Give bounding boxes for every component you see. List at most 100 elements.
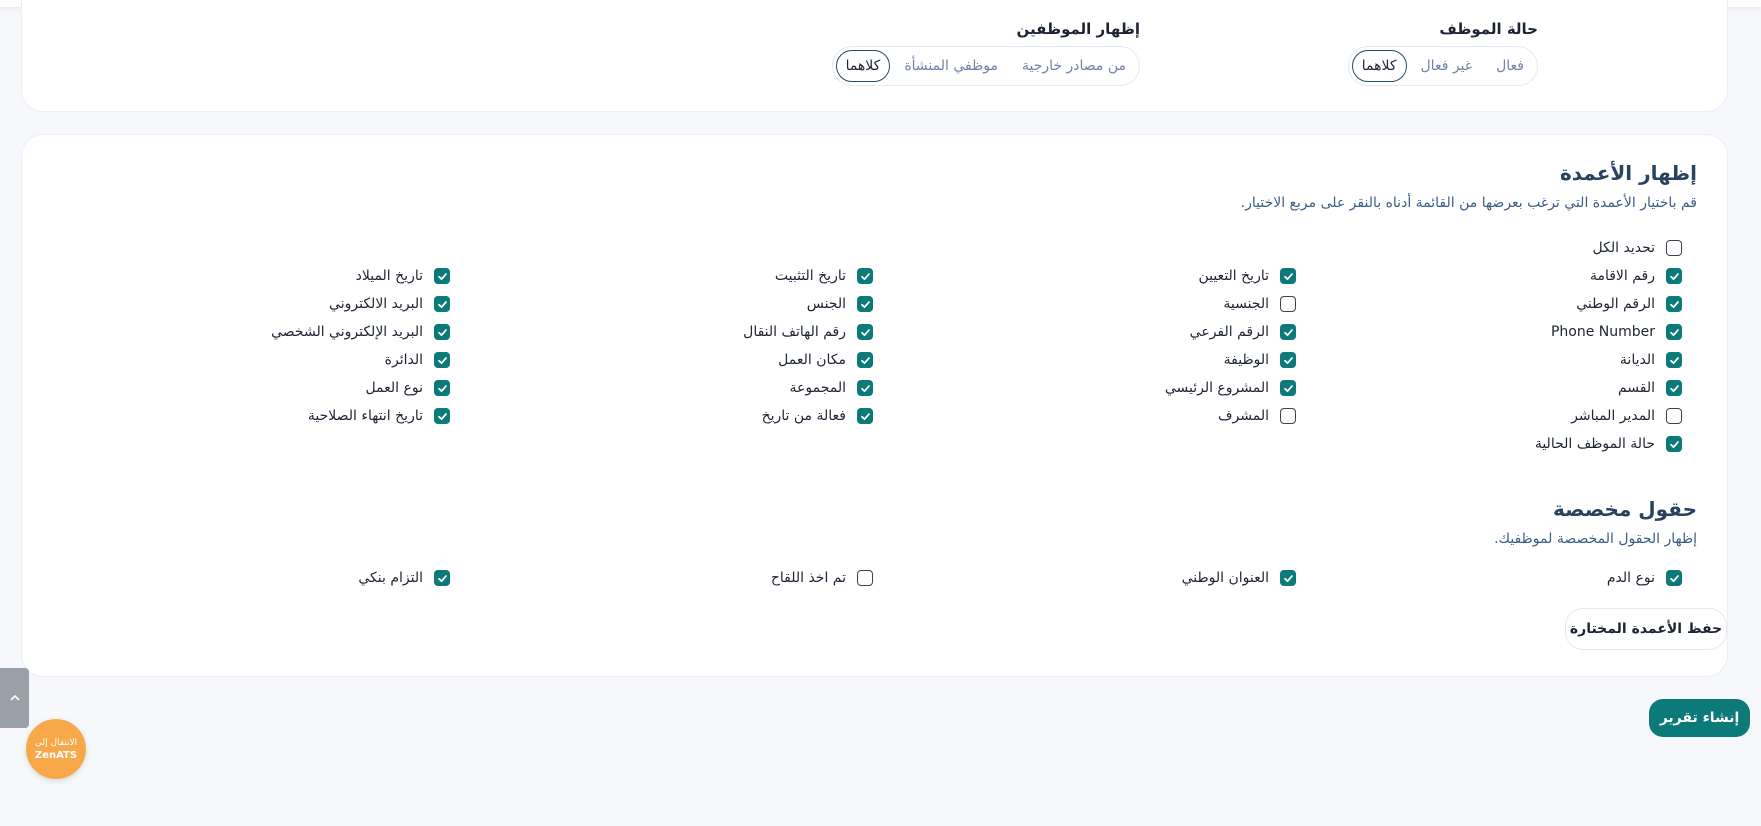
checkbox[interactable] xyxy=(857,296,873,312)
checkbox[interactable] xyxy=(1280,570,1296,586)
checkbox-label: الرقم الوطني xyxy=(1576,296,1655,312)
check-icon xyxy=(1283,328,1293,336)
check-icon xyxy=(437,300,447,308)
checkbox[interactable] xyxy=(1280,268,1296,284)
column-option[interactable]: تاريخ التعيين xyxy=(1198,268,1296,284)
columns-card: إظهار الأعمدة قم باختيار الأعمدة التي تر… xyxy=(21,134,1728,677)
column-option[interactable]: رقم الهاتف النقال xyxy=(743,324,873,340)
checkbox[interactable] xyxy=(434,352,450,368)
checkbox[interactable] xyxy=(1666,408,1682,424)
checkbox-label: مكان العمل xyxy=(778,352,846,368)
status-option-both[interactable]: كلاهما xyxy=(1351,50,1407,82)
column-option[interactable]: المجموعة xyxy=(790,380,873,396)
checkbox[interactable] xyxy=(1666,296,1682,312)
checkbox[interactable] xyxy=(434,296,450,312)
checkbox[interactable] xyxy=(857,268,873,284)
column-option[interactable]: تاريخ انتهاء الصلاحية xyxy=(308,408,450,424)
checkbox[interactable] xyxy=(1666,240,1682,256)
column-option[interactable]: تاريخ الميلاد xyxy=(356,268,450,284)
checkbox-label: المشرف xyxy=(1218,408,1269,424)
checkbox[interactable] xyxy=(1280,352,1296,368)
checkbox-label: المشروع الرئيسي xyxy=(1164,380,1269,396)
checkbox[interactable] xyxy=(1280,324,1296,340)
checkbox-label: تحديد الكل xyxy=(1592,240,1655,256)
checkbox-label: نوع العمل xyxy=(365,380,423,396)
check-icon xyxy=(1283,356,1293,364)
custom-fields-header: حقول مخصصة إظهار الحقول المخصصة لموظفيك. xyxy=(1494,497,1697,547)
column-option[interactable]: الرقم الفرعي xyxy=(1190,324,1296,340)
column-option[interactable]: المشرف xyxy=(1218,408,1296,424)
check-icon xyxy=(1669,328,1679,336)
checkbox[interactable] xyxy=(434,408,450,424)
scroll-to-top-button[interactable] xyxy=(0,668,29,728)
status-option-inactive[interactable]: غير فعال xyxy=(1411,50,1483,82)
checkbox[interactable] xyxy=(434,268,450,284)
column-option[interactable]: نوع العمل xyxy=(365,380,450,396)
custom-fields-subtitle: إظهار الحقول المخصصة لموظفيك. xyxy=(1494,531,1697,547)
check-icon xyxy=(1669,384,1679,392)
status-option-active[interactable]: فعال xyxy=(1486,50,1534,82)
column-option[interactable]: الدائرة xyxy=(385,352,450,368)
custom-field-option[interactable]: العنوان الوطني xyxy=(1182,570,1296,586)
checkbox[interactable] xyxy=(857,380,873,396)
checkbox-label: نوع الدم xyxy=(1606,570,1655,586)
check-icon xyxy=(437,574,447,582)
column-option[interactable]: البريد الالكتروني xyxy=(329,296,450,312)
checkbox[interactable] xyxy=(857,352,873,368)
checkbox[interactable] xyxy=(1666,352,1682,368)
checkbox[interactable] xyxy=(857,324,873,340)
checkbox-label: رقم الهاتف النقال xyxy=(743,324,846,340)
checkbox[interactable] xyxy=(1666,380,1682,396)
checkbox[interactable] xyxy=(434,570,450,586)
checkbox[interactable] xyxy=(857,570,873,586)
check-icon xyxy=(1669,574,1679,582)
custom-field-option[interactable]: التزام بنكي xyxy=(358,570,450,586)
check-icon xyxy=(860,300,870,308)
column-option[interactable]: الجنس xyxy=(807,296,873,312)
column-option[interactable]: رقم الاقامة xyxy=(1590,268,1682,284)
custom-field-option[interactable]: تم اخذ اللقاح xyxy=(771,570,873,586)
checkbox-label: الرقم الفرعي xyxy=(1189,324,1269,340)
checkbox[interactable] xyxy=(1280,296,1296,312)
zenats-badge[interactable]: الانتقال إلى ZenATS xyxy=(26,719,86,779)
column-option[interactable]: البريد الإلكتروني الشخصي xyxy=(271,324,450,340)
column-option[interactable]: مكان العمل xyxy=(778,352,873,368)
select-all-checkbox[interactable]: تحديد الكل xyxy=(1593,240,1682,256)
custom-fields-title: حقول مخصصة xyxy=(1552,497,1697,521)
column-option[interactable]: الوظيفة xyxy=(1224,352,1296,368)
checkbox-label: تاريخ التثبيت xyxy=(774,268,846,284)
column-option[interactable]: حالة الموظف الحالية xyxy=(1535,436,1682,452)
column-option[interactable]: Phone Number xyxy=(1551,324,1682,340)
check-icon xyxy=(860,356,870,364)
checkbox[interactable] xyxy=(1280,408,1296,424)
save-columns-button[interactable]: حفظ الأعمدة المختارة xyxy=(1565,608,1727,650)
show-option-outsourced[interactable]: من مصادر خارجية xyxy=(1012,50,1136,82)
checkbox[interactable] xyxy=(1666,436,1682,452)
column-option[interactable]: الديانة xyxy=(1620,352,1682,368)
checkbox[interactable] xyxy=(1280,380,1296,396)
column-option[interactable]: المدير المباشر xyxy=(1571,408,1682,424)
checkbox-label: تاريخ الميلاد xyxy=(355,268,423,284)
show-option-facility[interactable]: موظفي المنشأة xyxy=(894,50,1008,82)
column-option[interactable]: الرقم الوطني xyxy=(1576,296,1682,312)
column-option[interactable]: القسم xyxy=(1618,380,1682,396)
checkbox[interactable] xyxy=(857,408,873,424)
show-employees-segmented: من مصادر خارجية موظفي المنشأة كلاهما xyxy=(831,46,1140,86)
checkbox[interactable] xyxy=(1666,268,1682,284)
check-icon xyxy=(1283,384,1293,392)
column-option[interactable]: تاريخ التثبيت xyxy=(775,268,873,284)
checkbox-label: تاريخ التعيين xyxy=(1198,268,1269,284)
custom-field-option[interactable]: نوع الدم xyxy=(1607,570,1682,586)
show-option-both[interactable]: كلاهما xyxy=(835,50,891,82)
checkbox[interactable] xyxy=(1666,570,1682,586)
checkbox[interactable] xyxy=(1666,324,1682,340)
checkbox[interactable] xyxy=(434,324,450,340)
checkbox-label: القسم xyxy=(1617,380,1655,396)
column-option[interactable]: المشروع الرئيسي xyxy=(1165,380,1296,396)
column-option[interactable]: الجنسية xyxy=(1223,296,1296,312)
checkbox[interactable] xyxy=(434,380,450,396)
create-report-button[interactable]: إنشاء تقرير xyxy=(1649,699,1750,737)
employee-status-title: حالة الموظف xyxy=(1439,20,1538,38)
column-option[interactable]: فعالة من تاريخ xyxy=(762,408,873,424)
check-icon xyxy=(1669,300,1679,308)
